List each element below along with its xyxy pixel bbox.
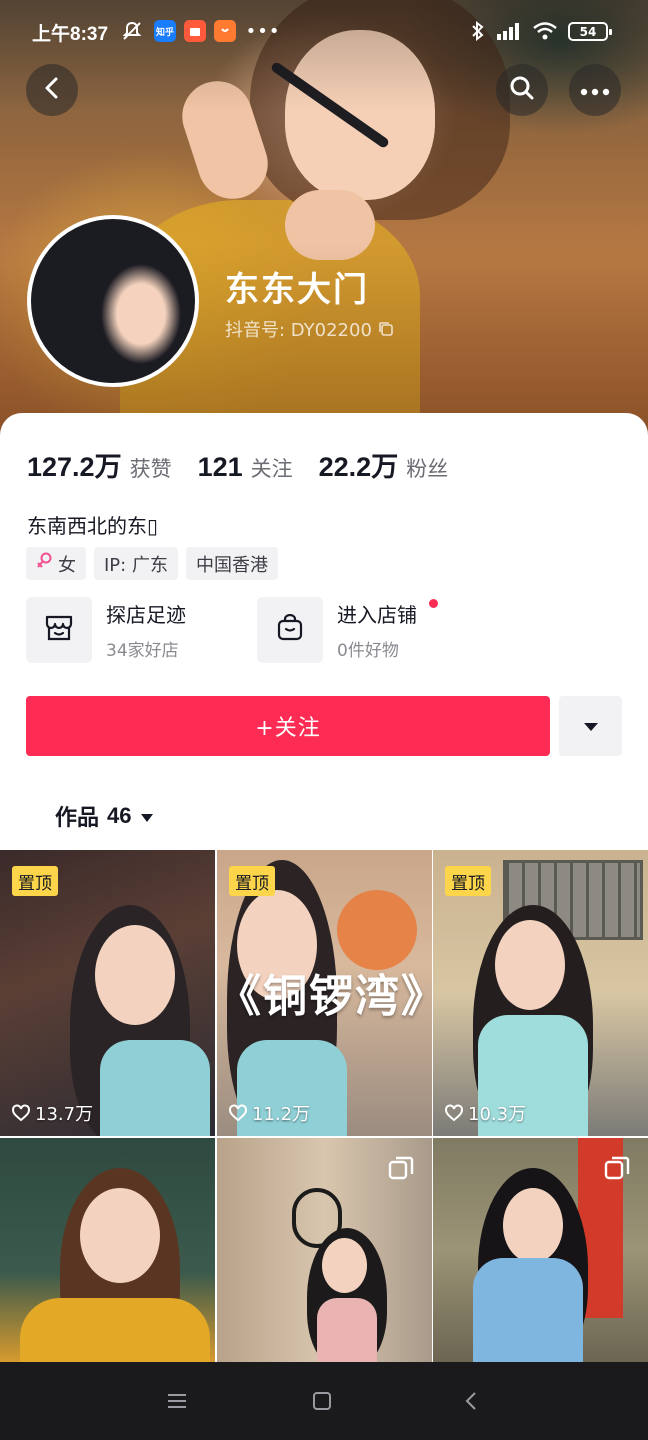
gallery-thumbnail-face bbox=[80, 1188, 160, 1283]
profile-name: 东东大门 bbox=[225, 270, 369, 310]
enter-shop-subtitle: 0件好物 bbox=[337, 641, 399, 661]
video-likes-count: 13.7万 bbox=[35, 1104, 94, 1125]
video-tile[interactable]: 置顶 10.3万 bbox=[433, 850, 648, 1136]
more-notifications-icon: ••• bbox=[245, 20, 281, 42]
video-thumbnail-face bbox=[95, 925, 175, 1025]
follow-button[interactable]: +关注 bbox=[26, 696, 550, 756]
more-options-button[interactable] bbox=[569, 64, 621, 116]
gallery-tile[interactable] bbox=[433, 1138, 648, 1362]
bio-text: 东南西北的东▯ bbox=[27, 514, 159, 538]
video-thumbnail-face bbox=[495, 920, 565, 1010]
works-tab-count: 46 bbox=[107, 803, 132, 828]
pinned-badge: 置顶 bbox=[12, 866, 58, 896]
douyin-id-text: 抖音号: DY02200 bbox=[225, 320, 372, 341]
following-count[interactable]: 121 bbox=[198, 452, 243, 483]
likes-count[interactable]: 127.2万 bbox=[27, 445, 122, 484]
pinned-badge: 置顶 bbox=[445, 866, 491, 896]
gallery-tile[interactable] bbox=[217, 1138, 432, 1362]
bluetooth-icon bbox=[468, 20, 488, 42]
app-notification-icon bbox=[184, 20, 206, 42]
enter-shop-entry[interactable]: 进入店铺 0件好物 bbox=[257, 597, 438, 663]
explore-stores-entry[interactable]: 探店足迹 34家好店 bbox=[26, 597, 186, 663]
home-icon[interactable] bbox=[307, 1386, 337, 1416]
video-likes: 11.2万 bbox=[228, 1100, 310, 1126]
more-icon bbox=[580, 81, 610, 100]
status-bar: 上午8:37 知乎 ••• 54 bbox=[0, 0, 648, 64]
ip-tag: IP: 广东 bbox=[94, 547, 178, 580]
video-likes-count: 11.2万 bbox=[252, 1104, 311, 1125]
following-label[interactable]: 关注 bbox=[251, 453, 293, 483]
shop-icon-box bbox=[257, 597, 323, 663]
gallery-thumbnail-face bbox=[322, 1238, 367, 1293]
video-grid: 置顶 13.7万 《铜锣湾》 置顶 11.2万 置顶 10.3万 bbox=[0, 850, 648, 1362]
video-caption: 《铜锣湾》 bbox=[217, 971, 432, 1022]
gender-label: 女 bbox=[58, 554, 76, 576]
heart-icon bbox=[445, 1104, 463, 1122]
caret-down-icon bbox=[140, 804, 154, 829]
recommend-dropdown-button[interactable] bbox=[559, 696, 622, 756]
likes-label[interactable]: 获赞 bbox=[130, 453, 172, 483]
avatar[interactable] bbox=[27, 215, 199, 387]
shopping-app-icon bbox=[214, 20, 236, 42]
video-thumbnail-clothes bbox=[100, 1040, 210, 1136]
followers-count[interactable]: 22.2万 bbox=[319, 445, 399, 484]
back-button[interactable] bbox=[26, 64, 78, 116]
nav-back-icon[interactable] bbox=[456, 1386, 486, 1416]
video-likes: 10.3万 bbox=[444, 1100, 526, 1126]
heart-icon bbox=[12, 1104, 30, 1122]
video-tile[interactable]: 《铜锣湾》 置顶 11.2万 bbox=[217, 850, 432, 1136]
female-icon bbox=[36, 552, 52, 575]
heart-icon bbox=[229, 1104, 247, 1122]
gallery-thumbnail-clothes bbox=[473, 1258, 583, 1362]
explore-stores-subtitle: 34家好店 bbox=[106, 641, 179, 661]
store-icon-box bbox=[26, 597, 92, 663]
gallery-icon bbox=[604, 1156, 630, 1182]
video-thumbnail-flower bbox=[337, 890, 417, 970]
notification-dot bbox=[429, 599, 438, 608]
gallery-thumbnail-clothes bbox=[20, 1298, 210, 1362]
signal-icon bbox=[494, 20, 524, 42]
search-button[interactable] bbox=[496, 64, 548, 116]
profile-stats: 127.2万 获赞 121 关注 22.2万 粉丝 bbox=[27, 445, 474, 484]
video-likes-count: 10.3万 bbox=[468, 1104, 527, 1125]
works-tab-label: 作品 bbox=[55, 806, 100, 831]
video-likes: 13.7万 bbox=[11, 1100, 93, 1126]
explore-stores-text: 探店足迹 34家好店 bbox=[106, 599, 186, 661]
profile-tags: 女 IP: 广东 中国香港 bbox=[26, 547, 278, 580]
gallery-icon bbox=[388, 1156, 414, 1182]
gallery-thumbnail-face bbox=[503, 1188, 563, 1263]
shop-bag-icon bbox=[275, 613, 305, 646]
copy-icon[interactable] bbox=[378, 321, 394, 337]
store-icon bbox=[44, 614, 74, 646]
followers-label[interactable]: 粉丝 bbox=[406, 453, 448, 483]
gallery-thumbnail-clothes bbox=[317, 1298, 377, 1362]
gallery-tile[interactable] bbox=[0, 1138, 215, 1362]
region-tag: 中国香港 bbox=[185, 547, 278, 580]
back-icon bbox=[42, 76, 62, 104]
gender-tag: 女 bbox=[26, 547, 86, 580]
battery-indicator: 54 bbox=[568, 22, 612, 41]
caret-down-icon bbox=[583, 717, 599, 736]
wifi-icon bbox=[530, 20, 560, 42]
enter-shop-title: 进入店铺 bbox=[337, 603, 417, 627]
zhihu-app-icon: 知乎 bbox=[154, 20, 176, 42]
status-time: 上午8:37 bbox=[32, 24, 109, 45]
tab-works[interactable]: 作品 46 bbox=[55, 800, 154, 832]
douyin-id[interactable]: 抖音号: DY02200 bbox=[225, 316, 394, 342]
video-tile[interactable]: 置顶 13.7万 bbox=[0, 850, 215, 1136]
mute-icon bbox=[120, 20, 144, 42]
enter-shop-text: 进入店铺 0件好物 bbox=[337, 599, 417, 661]
search-icon bbox=[509, 75, 535, 105]
pinned-badge: 置顶 bbox=[229, 866, 275, 896]
menu-icon[interactable] bbox=[162, 1386, 192, 1416]
system-nav-bar bbox=[0, 1362, 648, 1440]
explore-stores-title: 探店足迹 bbox=[106, 603, 186, 627]
